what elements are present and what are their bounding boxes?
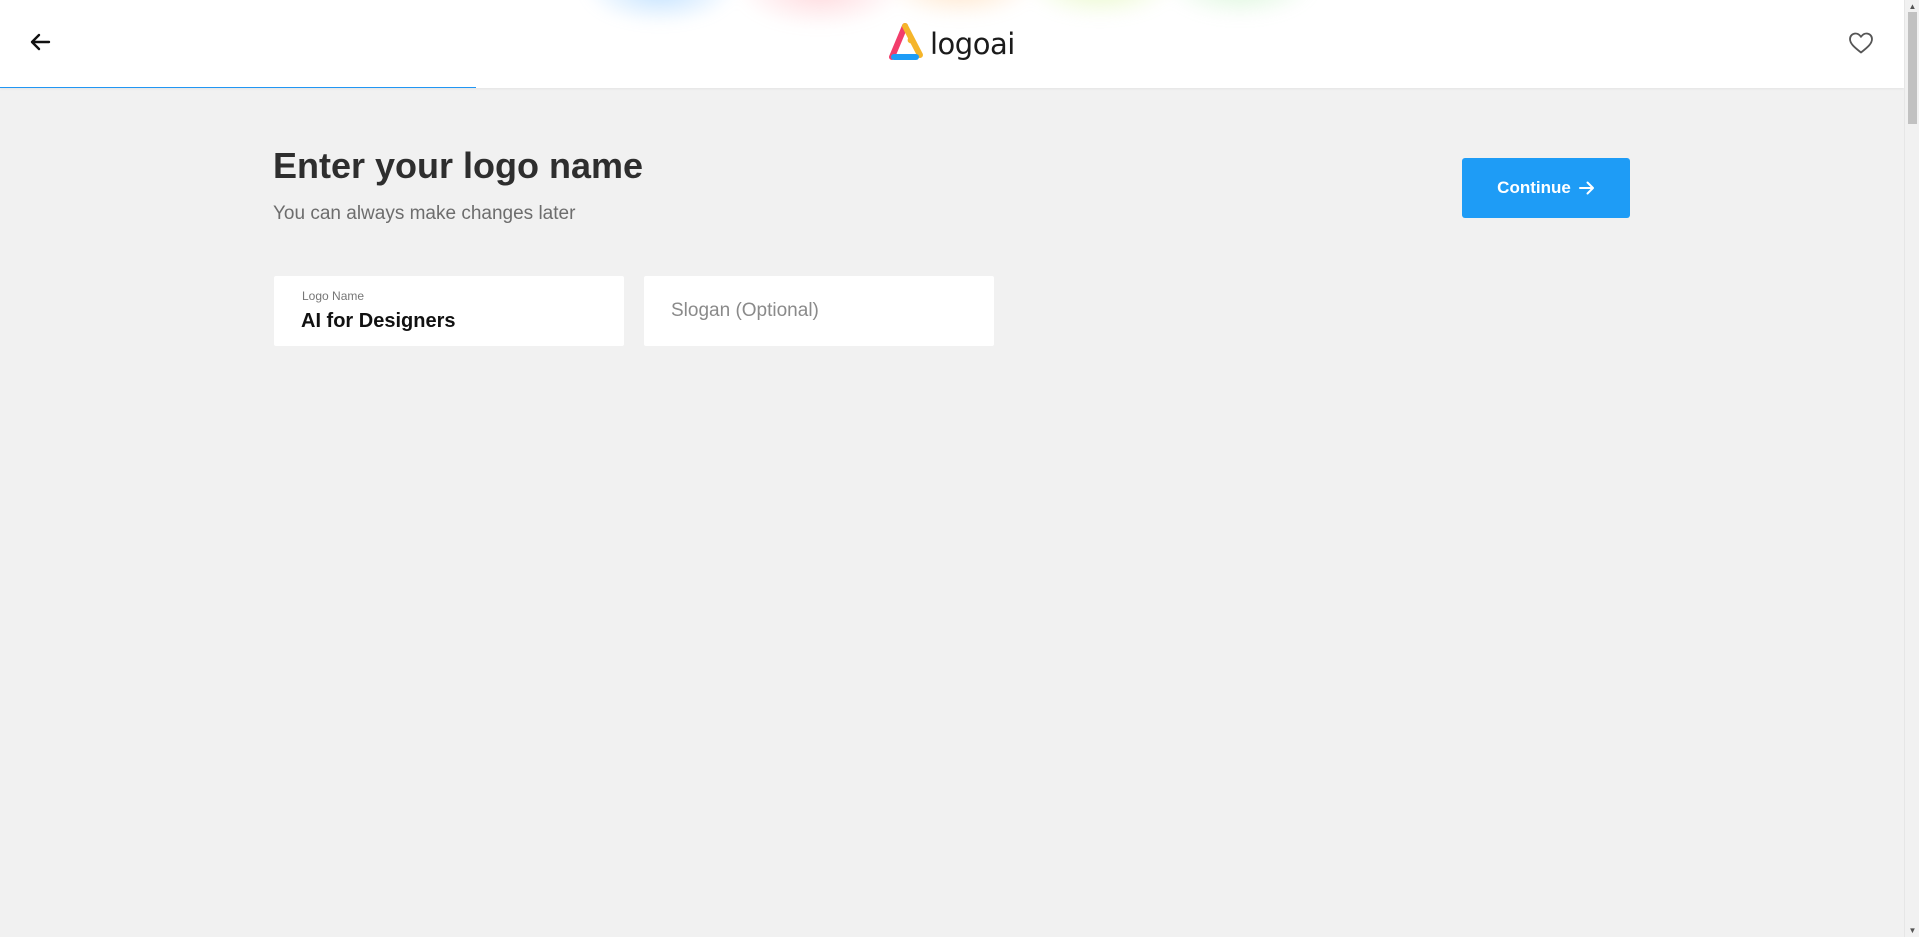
top-header: logoai	[0, 0, 1904, 88]
logo-mark-icon	[889, 23, 923, 60]
page: logoai ▲ ▼ Enter your logo name You can …	[0, 0, 1919, 937]
slogan-field[interactable]	[644, 276, 994, 346]
favorites-button[interactable]	[1845, 27, 1877, 59]
progress-bar-fill	[0, 87, 476, 88]
progress-bar	[0, 87, 1904, 88]
brand-name: logoai	[930, 26, 1015, 61]
scrollbar-thumb[interactable]	[1908, 12, 1917, 124]
scroll-down-icon[interactable]: ▼	[1908, 925, 1917, 935]
back-button[interactable]	[20, 22, 60, 62]
logo-name-input[interactable]	[301, 310, 601, 333]
logo-name-field[interactable]: Logo Name	[274, 276, 624, 346]
scroll-up-icon[interactable]: ▲	[1908, 1, 1917, 11]
slogan-input[interactable]	[671, 300, 971, 322]
continue-button-label: Continue	[1497, 178, 1571, 197]
brand-logo[interactable]: logoai	[886, 20, 1015, 64]
arrow-left-icon	[30, 33, 51, 51]
heart-outline-icon	[1849, 32, 1873, 54]
vertical-scrollbar[interactable]: ▲ ▼	[1904, 0, 1919, 937]
page-subtitle: You can always make changes later	[273, 203, 576, 224]
continue-button[interactable]: Continue	[1462, 158, 1630, 218]
logo-name-label: Logo Name	[302, 289, 365, 303]
page-title: Enter your logo name	[273, 145, 644, 186]
arrow-right-icon	[1578, 181, 1594, 195]
